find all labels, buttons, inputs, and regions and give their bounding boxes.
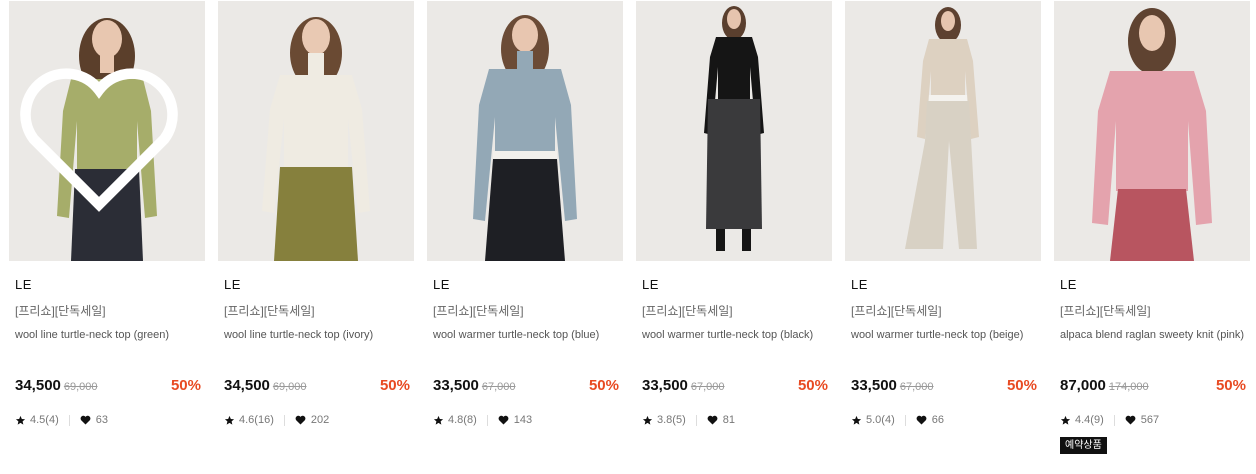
- review-meta: 5.0(4) 66: [851, 412, 944, 428]
- product-image[interactable]: [636, 1, 832, 261]
- heart-icon[interactable]: [295, 415, 306, 425]
- product-card[interactable]: LE [프리쇼][단독세일] wool warmer turtle-neck t…: [427, 0, 623, 474]
- divider: [486, 414, 488, 426]
- discount-rate: 50%: [1215, 377, 1246, 394]
- product-name[interactable]: alpaca blend raglan sweety knit (pink): [1060, 327, 1246, 343]
- original-price: 67,000: [481, 381, 516, 393]
- heart-icon[interactable]: [707, 415, 718, 425]
- divider: [68, 414, 70, 426]
- brand-name[interactable]: LE: [433, 277, 450, 292]
- like-count: 202: [310, 414, 330, 426]
- product-name[interactable]: wool warmer turtle-neck top (black): [642, 327, 828, 343]
- star-icon: [851, 415, 862, 425]
- review-meta: 4.6(16) 202: [224, 412, 329, 428]
- star-icon: [642, 415, 653, 425]
- product-photo: [636, 1, 832, 261]
- rating-text: 5.0(4): [866, 414, 895, 426]
- rating-text: 4.6(16): [239, 414, 274, 426]
- brand-name[interactable]: LE: [1060, 277, 1077, 292]
- like-count: 81: [722, 414, 735, 426]
- sale-price: 33,500: [433, 377, 479, 394]
- product-photo: [1054, 1, 1250, 261]
- heart-icon[interactable]: [916, 415, 927, 425]
- divider: [283, 414, 285, 426]
- product-image[interactable]: [1054, 1, 1250, 261]
- like-count: 66: [931, 414, 944, 426]
- heart-outline-icon[interactable]: [9, 9, 197, 261]
- star-icon: [224, 415, 235, 425]
- brand-name[interactable]: LE: [224, 277, 241, 292]
- product-name[interactable]: wool warmer turtle-neck top (beige): [851, 327, 1037, 343]
- discount-rate: 50%: [170, 377, 201, 394]
- divider: [1113, 414, 1115, 426]
- original-price: 67,000: [899, 381, 934, 393]
- brand-name[interactable]: LE: [642, 277, 659, 292]
- product-photo: [845, 1, 1041, 261]
- discount-rate: 50%: [797, 377, 828, 394]
- product-name[interactable]: wool warmer turtle-neck top (blue): [433, 327, 619, 343]
- promo-tag: [프리쇼][단독세일]: [851, 304, 942, 318]
- price-row: 34,500 69,000 50%: [224, 377, 410, 397]
- rating-text: 4.5(4): [30, 414, 59, 426]
- price-row: 33,500 67,000 50%: [642, 377, 828, 397]
- review-meta: 3.8(5) 81: [642, 412, 735, 428]
- product-card[interactable]: LE [프리쇼][단독세일] wool warmer turtle-neck t…: [636, 0, 832, 474]
- preorder-badge: 예약상품: [1060, 437, 1107, 454]
- rating-text: 4.4(9): [1075, 414, 1104, 426]
- product-grid: LE [프리쇼][단독세일] wool line turtle-neck top…: [0, 0, 1256, 474]
- sale-price: 33,500: [851, 377, 897, 394]
- sale-price: 34,500: [15, 377, 61, 394]
- promo-tag: [프리쇼][단독세일]: [642, 304, 733, 318]
- price-row: 33,500 67,000 50%: [851, 377, 1037, 397]
- product-image[interactable]: [9, 1, 205, 261]
- product-image[interactable]: [218, 1, 414, 261]
- price-row: 33,500 67,000 50%: [433, 377, 619, 397]
- rating-text: 3.8(5): [657, 414, 686, 426]
- product-card[interactable]: LE [프리쇼][단독세일] wool line turtle-neck top…: [218, 0, 414, 474]
- sale-price: 34,500: [224, 377, 270, 394]
- rating-text: 4.8(8): [448, 414, 477, 426]
- product-card[interactable]: LE [프리쇼][단독세일] wool line turtle-neck top…: [9, 0, 205, 474]
- product-card[interactable]: LE [프리쇼][단독세일] alpaca blend raglan sweet…: [1054, 0, 1250, 474]
- brand-name[interactable]: LE: [851, 277, 868, 292]
- divider: [904, 414, 906, 426]
- heart-icon[interactable]: [80, 415, 91, 425]
- star-icon: [15, 415, 26, 425]
- product-image[interactable]: [845, 1, 1041, 261]
- review-meta: 4.5(4) 63: [15, 412, 108, 428]
- brand-name[interactable]: LE: [15, 277, 32, 292]
- discount-rate: 50%: [588, 377, 619, 394]
- review-meta: 4.4(9) 567: [1060, 412, 1159, 428]
- heart-icon[interactable]: [498, 415, 509, 425]
- promo-tag: [프리쇼][단독세일]: [224, 304, 315, 318]
- like-count: 143: [513, 414, 533, 426]
- promo-tag: [프리쇼][단독세일]: [15, 304, 106, 318]
- sale-price: 33,500: [642, 377, 688, 394]
- original-price: 69,000: [272, 381, 307, 393]
- discount-rate: 50%: [379, 377, 410, 394]
- divider: [695, 414, 697, 426]
- price-row: 34,500 69,000 50%: [15, 377, 201, 397]
- heart-icon[interactable]: [1125, 415, 1136, 425]
- original-price: 69,000: [63, 381, 98, 393]
- original-price: 174,000: [1108, 381, 1149, 393]
- product-image[interactable]: [427, 1, 623, 261]
- star-icon: [433, 415, 444, 425]
- like-count: 63: [95, 414, 108, 426]
- promo-tag: [프리쇼][단독세일]: [1060, 304, 1151, 318]
- product-photo: [427, 1, 623, 261]
- product-photo: [218, 1, 414, 261]
- price-row: 87,000 174,000 50%: [1060, 377, 1246, 397]
- product-card[interactable]: LE [프리쇼][단독세일] wool warmer turtle-neck t…: [845, 0, 1041, 474]
- promo-tag: [프리쇼][단독세일]: [433, 304, 524, 318]
- product-name[interactable]: wool line turtle-neck top (ivory): [224, 327, 410, 343]
- product-name[interactable]: wool line turtle-neck top (green): [15, 327, 201, 343]
- review-meta: 4.8(8) 143: [433, 412, 532, 428]
- sale-price: 87,000: [1060, 377, 1106, 394]
- like-count: 567: [1140, 414, 1160, 426]
- star-icon: [1060, 415, 1071, 425]
- discount-rate: 50%: [1006, 377, 1037, 394]
- original-price: 67,000: [690, 381, 725, 393]
